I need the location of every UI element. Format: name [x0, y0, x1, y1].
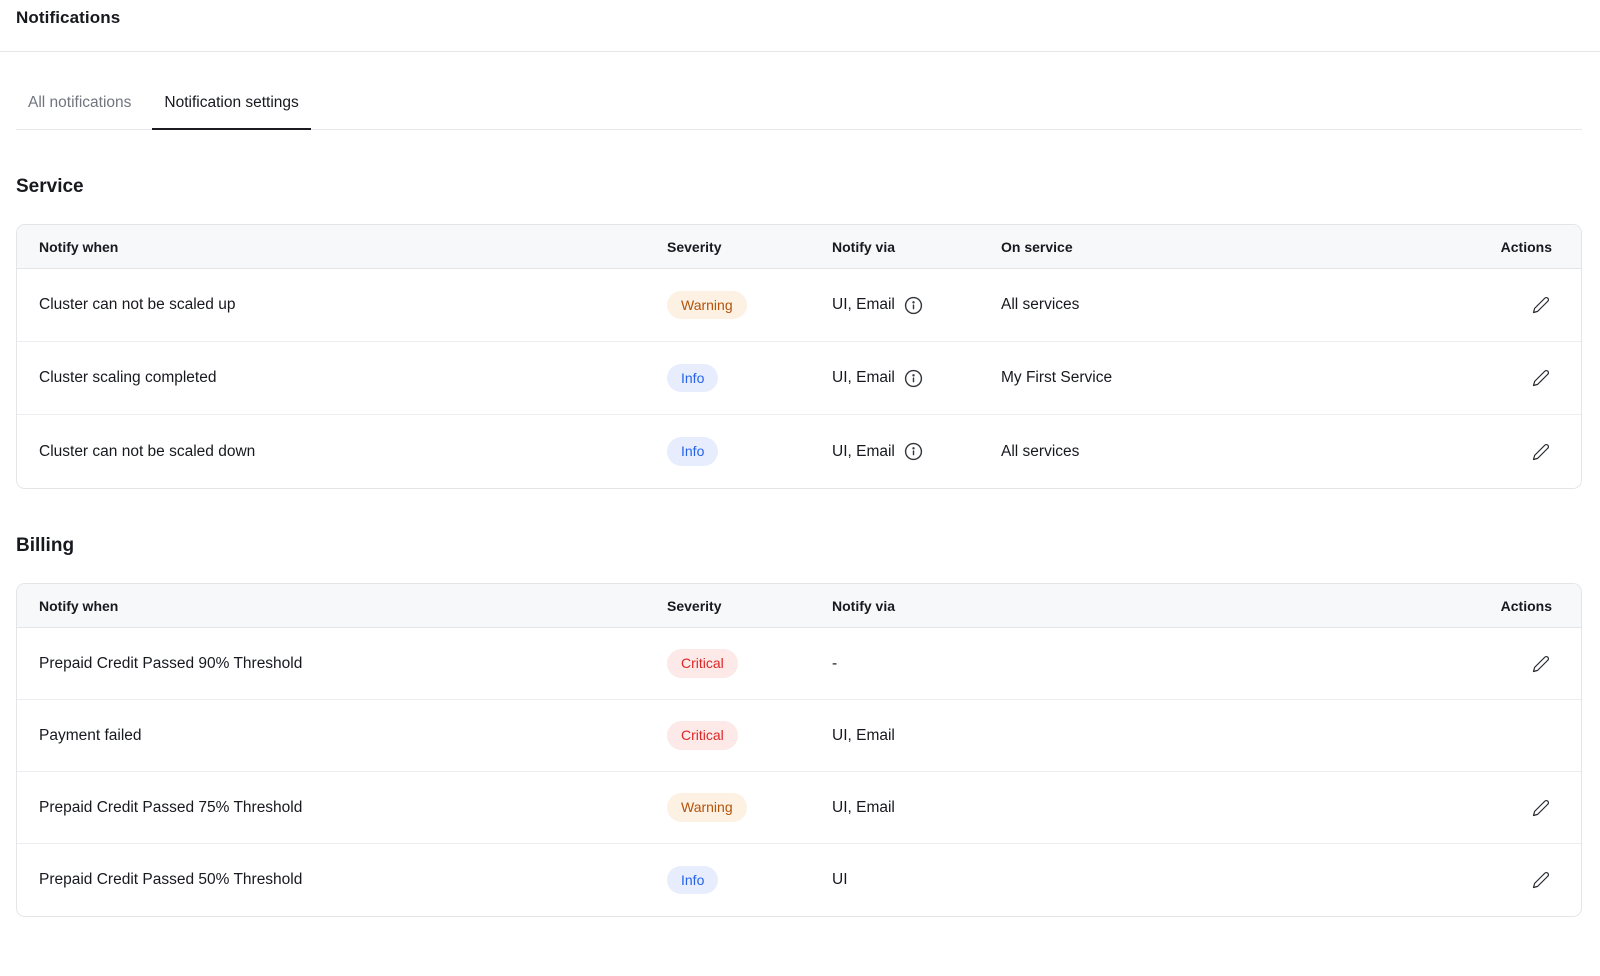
- tab-notification-settings[interactable]: Notification settings: [152, 94, 310, 129]
- notify-via-cell: UI: [832, 871, 1451, 889]
- edit-button[interactable]: [1530, 294, 1552, 316]
- severity-cell: Critical: [667, 649, 832, 678]
- table-row: Payment failed Critical UI, Email: [17, 700, 1581, 772]
- on-service-cell: All services: [1001, 443, 1451, 461]
- notify-via-value: UI, Email: [832, 799, 895, 817]
- column-header-actions: Actions: [1451, 239, 1581, 255]
- notify-via-cell: UI, Email: [832, 442, 1001, 461]
- severity-badge: Critical: [667, 649, 738, 678]
- severity-cell: Critical: [667, 721, 832, 750]
- notify-via-cell: UI, Email: [832, 727, 1451, 745]
- notify-when-cell: Cluster can not be scaled down: [17, 443, 667, 461]
- severity-badge: Info: [667, 866, 718, 895]
- notify-via-value: UI, Email: [832, 296, 895, 314]
- notify-when-cell: Cluster scaling completed: [17, 369, 667, 387]
- section-title-service: Service: [16, 176, 1584, 198]
- actions-cell: [1451, 367, 1581, 389]
- severity-cell: Info: [667, 437, 832, 466]
- column-header-severity: Severity: [667, 598, 832, 614]
- notify-via-value: UI: [832, 871, 848, 889]
- on-service-cell: My First Service: [1001, 369, 1451, 387]
- billing-table: Notify when Severity Notify via Actions …: [16, 583, 1582, 917]
- info-icon[interactable]: [904, 296, 923, 315]
- edit-button[interactable]: [1530, 441, 1552, 463]
- info-icon[interactable]: [904, 369, 923, 388]
- notify-via-value: -: [832, 655, 837, 673]
- section-title-billing: Billing: [16, 535, 1584, 557]
- column-header-on-service: On service: [1001, 239, 1451, 255]
- column-header-actions: Actions: [1451, 598, 1581, 614]
- table-row: Cluster can not be scaled up Warning UI,…: [17, 269, 1581, 342]
- column-header-notify-when: Notify when: [17, 239, 667, 255]
- table-row: Prepaid Credit Passed 90% Threshold Crit…: [17, 628, 1581, 700]
- severity-badge: Info: [667, 364, 718, 393]
- notify-when-cell: Prepaid Credit Passed 90% Threshold: [17, 655, 667, 673]
- actions-cell: [1451, 441, 1581, 463]
- service-table-header: Notify when Severity Notify via On servi…: [17, 225, 1581, 269]
- actions-cell: [1451, 294, 1581, 316]
- severity-cell: Info: [667, 866, 832, 895]
- page-title: Notifications: [16, 8, 1584, 28]
- notify-via-cell: UI, Email: [832, 369, 1001, 388]
- page-header: Notifications: [0, 0, 1600, 52]
- severity-cell: Warning: [667, 793, 832, 822]
- actions-cell: [1451, 653, 1581, 675]
- on-service-cell: All services: [1001, 296, 1451, 314]
- notify-via-value: UI, Email: [832, 727, 895, 745]
- severity-badge: Info: [667, 437, 718, 466]
- table-row: Prepaid Credit Passed 50% Threshold Info…: [17, 844, 1581, 916]
- severity-cell: Warning: [667, 291, 832, 320]
- tab-bar: All notifications Notification settings: [16, 94, 1582, 130]
- billing-table-header: Notify when Severity Notify via Actions: [17, 584, 1581, 628]
- severity-badge: Warning: [667, 793, 747, 822]
- table-row: Prepaid Credit Passed 75% Threshold Warn…: [17, 772, 1581, 844]
- tab-all-notifications[interactable]: All notifications: [16, 94, 143, 129]
- edit-button[interactable]: [1530, 869, 1552, 891]
- actions-cell: [1451, 797, 1581, 819]
- column-header-severity: Severity: [667, 239, 832, 255]
- notify-when-cell: Payment failed: [17, 727, 667, 745]
- notify-via-cell: UI, Email: [832, 799, 1451, 817]
- notify-when-cell: Prepaid Credit Passed 50% Threshold: [17, 871, 667, 889]
- column-header-notify-when: Notify when: [17, 598, 667, 614]
- notify-via-cell: UI, Email: [832, 296, 1001, 315]
- column-header-notify-via: Notify via: [832, 239, 1001, 255]
- severity-badge: Warning: [667, 291, 747, 320]
- edit-button[interactable]: [1530, 797, 1552, 819]
- info-icon[interactable]: [904, 442, 923, 461]
- table-row: Cluster scaling completed Info UI, Email…: [17, 342, 1581, 415]
- notify-via-value: UI, Email: [832, 369, 895, 387]
- edit-button[interactable]: [1530, 653, 1552, 675]
- notify-when-cell: Prepaid Credit Passed 75% Threshold: [17, 799, 667, 817]
- edit-button[interactable]: [1530, 367, 1552, 389]
- notify-via-value: UI, Email: [832, 443, 895, 461]
- notify-when-cell: Cluster can not be scaled up: [17, 296, 667, 314]
- actions-cell: [1451, 869, 1581, 891]
- severity-cell: Info: [667, 364, 832, 393]
- table-row: Cluster can not be scaled down Info UI, …: [17, 415, 1581, 488]
- column-header-notify-via: Notify via: [832, 598, 1451, 614]
- notify-via-cell: -: [832, 655, 1451, 673]
- service-table: Notify when Severity Notify via On servi…: [16, 224, 1582, 489]
- severity-badge: Critical: [667, 721, 738, 750]
